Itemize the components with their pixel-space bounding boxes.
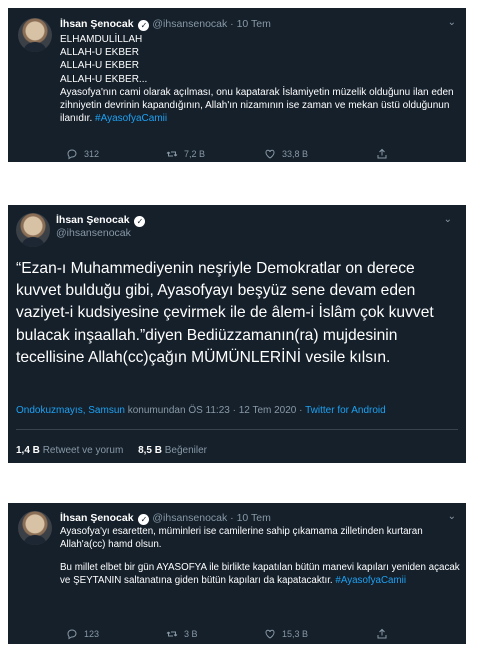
like-label: Beğeniler xyxy=(164,445,208,456)
location-link[interactable]: Ondokuzmayıs, Samsun xyxy=(16,405,125,416)
tweet-date[interactable]: 10 Tem xyxy=(237,18,271,30)
share-button[interactable] xyxy=(376,628,388,640)
location-suffix: konumundan xyxy=(127,405,186,416)
retweet-icon xyxy=(166,151,178,157)
reply-button[interactable]: 312 xyxy=(66,148,166,160)
text-paragraph: Ayasofya'yı esaretten, müminleri ise cam… xyxy=(60,526,423,550)
avatar[interactable] xyxy=(18,18,52,52)
text-line: ELHAMDULİLLAH xyxy=(60,34,143,45)
source-link[interactable]: Twitter for Android xyxy=(305,405,386,416)
author-name[interactable]: İhsan Şenocak xyxy=(56,214,130,226)
tweet-header: İhsan Şenocak ✓ @ihsansenocak xyxy=(56,214,146,240)
tweet-header: İhsan Şenocak ✓ @ihsansenocak · 10 Tem xyxy=(60,512,271,525)
like-count: 15,3 B xyxy=(282,629,309,639)
verified-icon: ✓ xyxy=(138,514,150,525)
likes-stat[interactable]: 8,5 B Beğeniler xyxy=(138,445,207,456)
author-name[interactable]: İhsan Şenocak xyxy=(60,512,134,524)
retweet-icon xyxy=(166,631,178,637)
text-line: ALLAH-U EKBER xyxy=(60,47,139,59)
tweet-card-3[interactable]: İhsan Şenocak ✓ @ihsansenocak · 10 Tem ⌄… xyxy=(8,503,466,644)
tweet-meta: Ondokuzmayıs, Samsun konumundan ÖS 11:23… xyxy=(16,405,386,416)
like-button[interactable]: 33,8 B xyxy=(264,148,376,160)
retweet-count: 3 B xyxy=(184,629,198,639)
tweet-card-1[interactable]: İhsan Şenocak ✓ @ihsansenocak · 10 Tem ⌄… xyxy=(8,8,466,162)
verified-icon: ✓ xyxy=(134,216,146,227)
like-icon xyxy=(265,149,275,159)
avatar[interactable] xyxy=(18,511,52,545)
tweet-date[interactable]: 10 Tem xyxy=(237,512,271,524)
like-count: 8,5 B xyxy=(138,445,162,456)
tweet-text: “Ezan-ı Muhammediyenin neşriyle Demokrat… xyxy=(16,260,434,366)
author-handle[interactable]: @ihsansenocak xyxy=(152,18,227,30)
retweet-button[interactable]: 3 B xyxy=(166,628,264,640)
chevron-down-icon[interactable]: ⌄ xyxy=(448,17,456,28)
retweets-stat[interactable]: 1,4 B Retweet ve yorum xyxy=(16,445,126,456)
text-paragraph: Bu millet elbet bir gün AYASOFYA ile bir… xyxy=(60,562,460,587)
tweet-datetime[interactable]: ÖS 11:23 · 12 Tem 2020 xyxy=(188,405,296,416)
tweet-header: İhsan Şenocak ✓ @ihsansenocak · 10 Tem xyxy=(60,18,271,31)
text-line: ALLAH-U EKBER xyxy=(60,60,139,72)
retweet-label: Retweet ve yorum xyxy=(42,445,124,456)
author-handle[interactable]: @ihsansenocak xyxy=(152,512,227,524)
share-icon xyxy=(377,148,387,159)
author-name[interactable]: İhsan Şenocak xyxy=(60,18,134,30)
action-bar: 123 3 B 15,3 B xyxy=(66,628,388,640)
avatar[interactable] xyxy=(16,213,50,247)
tweet-text: Ayasofya'yı esaretten, müminleri ise cam… xyxy=(60,526,460,587)
retweet-count: 1,4 B xyxy=(16,445,40,456)
retweet-count: 7,2 B xyxy=(184,149,206,159)
action-bar: 312 7,2 B 33,8 B xyxy=(66,148,388,160)
like-count: 33,8 B xyxy=(282,149,309,159)
verified-icon: ✓ xyxy=(138,20,150,31)
reply-button[interactable]: 123 xyxy=(66,628,166,640)
like-button[interactable]: 15,3 B xyxy=(264,628,376,640)
divider xyxy=(16,429,458,430)
tweet-stats: 1,4 B Retweet ve yorum 8,5 B Beğeniler xyxy=(16,445,207,456)
reply-count: 123 xyxy=(84,629,100,639)
reply-icon xyxy=(67,149,77,160)
hashtag-link[interactable]: #AyasofyaCamii xyxy=(335,575,406,586)
tweet-text: ELHAMDULİLLAH ALLAH-U EKBER ALLAH-U EKBE… xyxy=(60,33,458,125)
tweet-card-2[interactable]: İhsan Şenocak ✓ @ihsansenocak ⌄ “Ezan-ı … xyxy=(8,205,466,463)
retweet-button[interactable]: 7,2 B xyxy=(166,148,264,160)
hashtag-link[interactable]: #AyasofyaCamii xyxy=(95,113,167,124)
like-icon xyxy=(265,629,275,639)
text-paragraph: Ayasofya'nın cami olarak açılması, onu k… xyxy=(60,86,458,126)
reply-icon xyxy=(67,629,77,640)
text-line: ALLAH-U EKBER... xyxy=(60,73,148,85)
share-icon xyxy=(377,628,387,639)
author-handle[interactable]: @ihsansenocak xyxy=(56,227,145,240)
reply-count: 312 xyxy=(84,149,100,159)
chevron-down-icon[interactable]: ⌄ xyxy=(444,214,452,225)
share-button[interactable] xyxy=(376,148,388,160)
chevron-down-icon[interactable]: ⌄ xyxy=(448,511,456,522)
